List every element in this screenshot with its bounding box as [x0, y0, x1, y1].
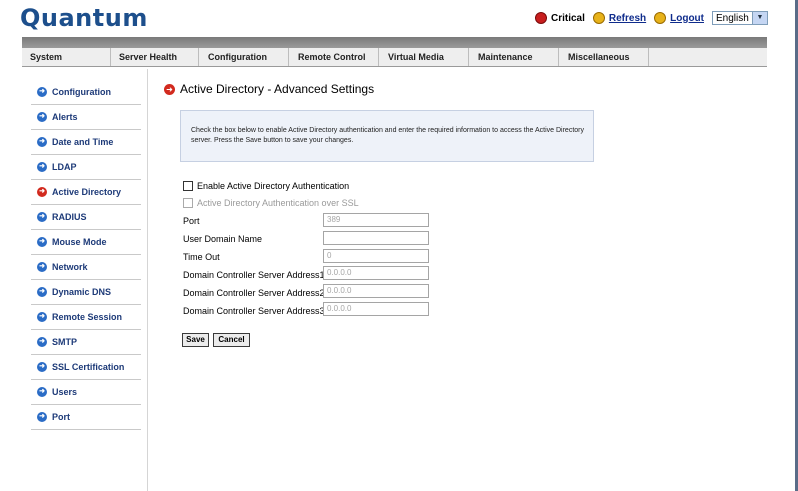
sidebar-item-date-and-time[interactable]: ➜ Date and Time — [31, 130, 141, 155]
logout-icon — [654, 12, 667, 24]
dc2-field[interactable]: 0.0.0.0 — [323, 284, 429, 298]
arrow-right-icon: ➜ — [37, 162, 47, 172]
user-domain-label: User Domain Name — [183, 234, 263, 244]
sidebar-item-port[interactable]: ➜ Port — [31, 405, 141, 430]
dc2-label: Domain Controller Server Address2 — [183, 288, 325, 298]
arrow-right-icon: ➜ — [37, 237, 47, 247]
nav-separator — [198, 48, 199, 66]
sidebar-item-configuration[interactable]: ➜ Configuration — [31, 80, 141, 105]
sidebar-item-label: Network — [52, 262, 88, 272]
nav-separator — [288, 48, 289, 66]
page-title-text: Active Directory - Advanced Settings — [180, 82, 375, 96]
cancel-button[interactable]: Cancel — [213, 333, 250, 347]
nav-miscellaneous[interactable]: Miscellaneous — [568, 52, 630, 62]
header-toolbar: Critical Refresh Logout English ▼ — [527, 11, 768, 25]
arrow-right-icon: ➜ — [164, 83, 175, 95]
nav-remote-control[interactable]: Remote Control — [298, 52, 366, 62]
sidebar-item-alerts[interactable]: ➜ Alerts — [31, 105, 141, 130]
nav-system[interactable]: System — [30, 52, 62, 62]
ssl-checkbox[interactable] — [183, 198, 193, 208]
save-button[interactable]: Save — [182, 333, 209, 347]
sidebar-item-smtp[interactable]: ➜ SMTP — [31, 330, 141, 355]
arrow-right-icon: ➜ — [37, 287, 47, 297]
sidebar-item-label: RADIUS — [52, 212, 87, 222]
nav-separator — [468, 48, 469, 66]
sidebar-item-ldap[interactable]: ➜ LDAP — [31, 155, 141, 180]
logout-label: Logout — [670, 12, 704, 24]
sidebar-item-label: Alerts — [52, 112, 78, 122]
enable-ad-checkbox[interactable] — [183, 181, 193, 191]
nav-separator — [110, 48, 111, 66]
sidebar-item-label: SSL Certification — [52, 362, 125, 372]
ssl-label: Active Directory Authentication over SSL — [197, 198, 359, 208]
sidebar: ➜ Configuration ➜ Alerts ➜ Date and Time ➜ L… — [31, 80, 141, 430]
critical-label: Critical — [550, 12, 585, 24]
sidebar-item-label: Configuration — [52, 87, 111, 97]
quantum-logo: Quantum — [20, 4, 148, 32]
timeout-label: Time Out — [183, 252, 220, 262]
arrow-right-icon: ➜ — [37, 337, 47, 347]
port-label: Port — [183, 216, 200, 226]
arrow-right-icon: ➜ — [37, 112, 47, 122]
user-domain-field[interactable] — [323, 231, 429, 245]
sidebar-item-mouse-mode[interactable]: ➜ Mouse Mode — [31, 230, 141, 255]
sidebar-item-remote-session[interactable]: ➜ Remote Session — [31, 305, 141, 330]
arrow-right-icon: ➜ — [37, 412, 47, 422]
nav-separator — [558, 48, 559, 66]
ssl-row: Active Directory Authentication over SSL — [183, 198, 359, 208]
logout-link[interactable]: Logout — [654, 12, 704, 24]
sidebar-item-label: Dynamic DNS — [52, 287, 112, 297]
sidebar-item-network[interactable]: ➜ Network — [31, 255, 141, 280]
arrow-right-icon: ➜ — [37, 137, 47, 147]
timeout-field[interactable]: 0 — [323, 249, 429, 263]
nav-configuration[interactable]: Configuration — [208, 52, 267, 62]
sidebar-item-label: SMTP — [52, 337, 78, 347]
main-nav: System Server Health Configuration Remot… — [22, 37, 767, 69]
enable-ad-label: Enable Active Directory Authentication — [197, 181, 350, 191]
info-box: Check the box below to enable Active Dir… — [180, 110, 594, 162]
port-field[interactable]: 389 — [323, 213, 429, 227]
sidebar-divider — [147, 69, 148, 491]
sidebar-item-label: Port — [52, 412, 70, 422]
refresh-icon — [592, 12, 605, 24]
sidebar-item-label: Mouse Mode — [52, 237, 107, 247]
sidebar-item-label: LDAP — [52, 162, 77, 172]
sidebar-item-label: Users — [52, 387, 78, 397]
sidebar-item-label: Remote Session — [52, 312, 123, 322]
arrow-right-icon: ➜ — [37, 212, 47, 222]
sidebar-item-active-directory[interactable]: ➜ Active Directory — [31, 180, 141, 205]
chevron-down-icon[interactable]: ▼ — [752, 12, 767, 24]
arrow-right-icon: ➜ — [37, 387, 47, 397]
page-title: ➜ Active Directory - Advanced Settings — [164, 82, 374, 96]
nav-separator — [378, 48, 379, 66]
nav-virtual-media[interactable]: Virtual Media — [388, 52, 444, 62]
sidebar-item-users[interactable]: ➜ Users — [31, 380, 141, 405]
sidebar-item-ssl-certification[interactable]: ➜ SSL Certification — [31, 355, 141, 380]
sidebar-item-dynamic-dns[interactable]: ➜ Dynamic DNS — [31, 280, 141, 305]
nav-maintenance[interactable]: Maintenance — [478, 52, 533, 62]
refresh-link[interactable]: Refresh — [592, 12, 647, 24]
nav-menu-bar: System Server Health Configuration Remot… — [22, 48, 767, 67]
nav-separator — [648, 48, 649, 66]
arrow-right-icon: ➜ — [37, 312, 47, 322]
arrow-right-icon: ➜ — [37, 262, 47, 272]
arrow-right-icon: ➜ — [37, 362, 47, 372]
refresh-label: Refresh — [608, 12, 647, 24]
language-value: English — [716, 12, 749, 24]
enable-ad-row: Enable Active Directory Authentication — [183, 181, 349, 191]
dc1-label: Domain Controller Server Address1 — [183, 270, 325, 280]
dc1-field[interactable]: 0.0.0.0 — [323, 266, 429, 280]
arrow-right-icon: ➜ — [37, 87, 47, 97]
arrow-right-icon: ➜ — [37, 187, 47, 197]
nav-top-bar — [22, 37, 767, 48]
sidebar-item-radius[interactable]: ➜ RADIUS — [31, 205, 141, 230]
critical-icon — [534, 12, 547, 24]
language-select[interactable]: English ▼ — [712, 11, 768, 25]
dc3-field[interactable]: 0.0.0.0 — [323, 302, 429, 316]
dc3-label: Domain Controller Server Address3 — [183, 306, 325, 316]
nav-server-health[interactable]: Server Health — [119, 52, 177, 62]
critical-status[interactable]: Critical — [534, 12, 585, 24]
sidebar-item-label: Active Directory — [52, 187, 122, 197]
sidebar-item-label: Date and Time — [52, 137, 114, 147]
